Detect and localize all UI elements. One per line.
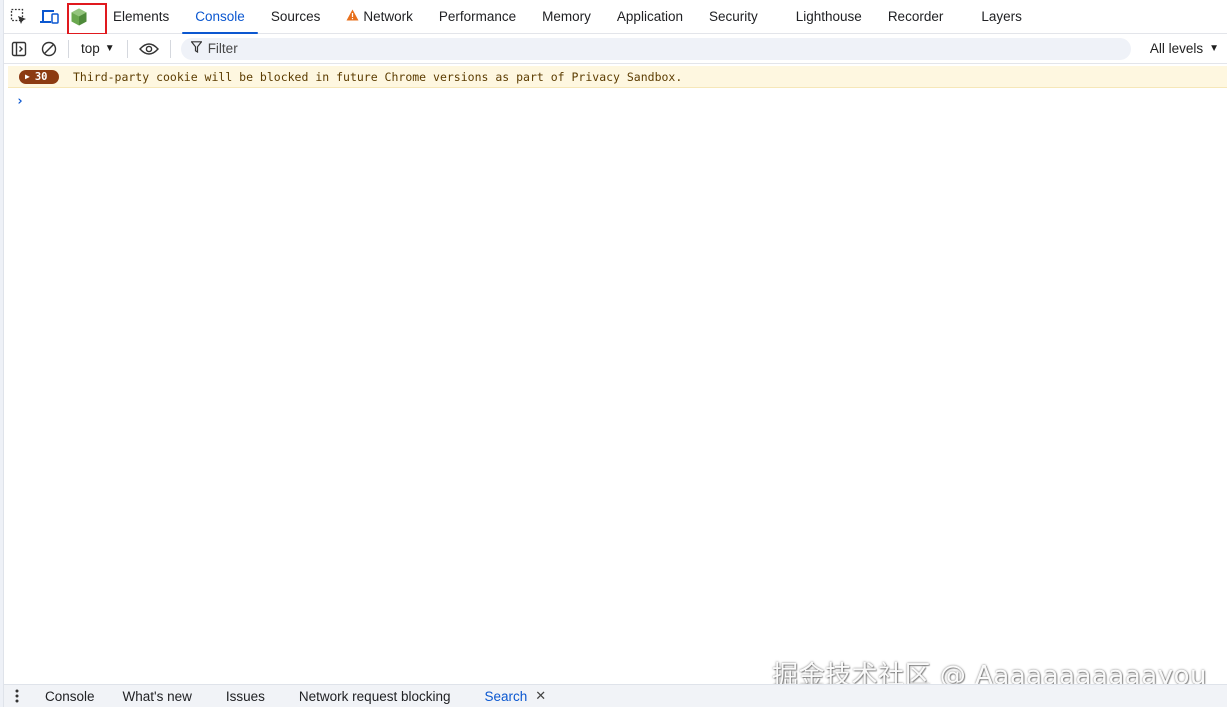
toolbar-divider [126, 39, 128, 58]
levels-value: All levels [1149, 41, 1204, 56]
extension-icon[interactable] [64, 0, 94, 34]
context-value: top [81, 41, 100, 56]
tab-performance[interactable]: Performance [426, 0, 529, 34]
devtools-tab-bar: Elements Console Sources Network Perform… [4, 0, 1227, 35]
tab-lighthouse[interactable]: Lighthouse [783, 0, 875, 34]
tab-label: Console [195, 9, 245, 24]
console-prompt[interactable]: › [8, 90, 1227, 112]
repeat-count: 30 [34, 70, 48, 83]
tab-label: Security [708, 9, 758, 24]
drawer-tab-search[interactable]: Search ✕ [471, 685, 561, 707]
warning-icon [346, 9, 359, 24]
expand-triangle-icon: ▶ [25, 72, 30, 81]
left-edge [0, 0, 4, 707]
drawer-tab-label: Issues [225, 688, 265, 704]
sidebar-toggle-icon[interactable] [4, 34, 34, 64]
filter-icon [189, 41, 203, 56]
prompt-chevron-icon: › [16, 93, 24, 109]
tab-elements[interactable]: Elements [100, 0, 182, 34]
message-text: Third-party cookie will be blocked in fu… [73, 69, 683, 84]
tab-label: Performance [438, 9, 517, 24]
tab-sources[interactable]: Sources [258, 0, 334, 34]
tab-application[interactable]: Application [604, 0, 696, 34]
drawer-tab-label: Search [484, 688, 528, 704]
close-icon[interactable]: ✕ [535, 688, 546, 704]
tab-label: Elements [113, 9, 170, 24]
console-warning-message[interactable]: ▶ 30 Third-party cookie will be blocked … [8, 66, 1227, 88]
drawer-tab-label: Console [45, 688, 95, 704]
drawer-tab-bar: Console What's new Issues Network reques… [4, 684, 1227, 707]
filter-input[interactable]: Filter [180, 37, 1131, 60]
tab-label: Memory [542, 9, 591, 24]
tab-label: Sources [270, 9, 321, 24]
tab-label: Application [616, 9, 683, 24]
drawer-tab-network-request-blocking[interactable]: Network request blocking [285, 685, 471, 707]
filter-placeholder: Filter [207, 41, 238, 56]
drawer-tab-console[interactable]: Console [30, 685, 109, 707]
drawer-tab-whats-new[interactable]: What's new [109, 685, 212, 707]
inspect-element-icon[interactable] [4, 0, 34, 34]
kebab-menu-icon[interactable] [4, 685, 30, 707]
tab-memory[interactable]: Memory [529, 0, 604, 34]
caret-down-icon: ▼ [1209, 43, 1219, 54]
log-levels-dropdown[interactable]: All levels ▼ [1150, 41, 1219, 56]
panel-tabs: Elements Console Sources Network Perform… [100, 0, 1035, 34]
toolbar-divider [169, 39, 171, 58]
tab-label: Recorder [887, 9, 944, 24]
repeat-count-badge[interactable]: ▶ 30 [19, 69, 59, 84]
context-selector[interactable]: top ▼ [73, 34, 123, 64]
console-toolbar: top ▼ Filter All levels ▼ [4, 34, 1227, 64]
drawer-tab-label: Network request blocking [298, 688, 451, 704]
tab-console[interactable]: Console [182, 0, 258, 34]
tab-security[interactable]: Security [696, 0, 783, 34]
drawer-tab-issues[interactable]: Issues [212, 685, 285, 707]
tab-label: Network [363, 9, 413, 24]
tab-recorder[interactable]: Recorder [875, 0, 969, 34]
caret-down-icon: ▼ [104, 43, 115, 54]
drawer-tab-label: What's new [122, 688, 192, 704]
device-toolbar-icon[interactable] [34, 0, 64, 34]
tab-label: Layers [981, 9, 1022, 24]
tab-layers[interactable]: Layers [968, 0, 1035, 34]
tab-label: Lighthouse [795, 9, 862, 24]
eye-icon[interactable] [132, 34, 166, 64]
clear-console-icon[interactable] [34, 34, 64, 64]
tab-network[interactable]: Network [333, 0, 426, 34]
toolbar-divider [68, 39, 69, 58]
